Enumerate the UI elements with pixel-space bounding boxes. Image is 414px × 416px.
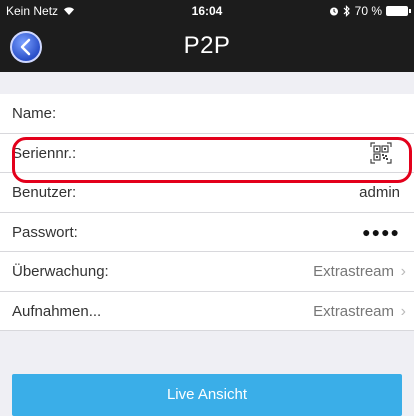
live-view-button[interactable]: Live Ansicht [12, 374, 402, 416]
section-spacer [0, 72, 414, 94]
user-value[interactable]: admin [359, 184, 400, 201]
alarm-icon [329, 7, 338, 16]
chevron-right-icon: › [400, 302, 406, 320]
record-value: Extrastream [313, 302, 394, 320]
bluetooth-icon [343, 5, 350, 17]
page-title: P2P [183, 32, 231, 59]
monitor-value: Extrastream [313, 263, 394, 280]
battery-percent: 70 % [354, 4, 382, 18]
status-bar: Kein Netz 16:04 70 % [0, 0, 414, 22]
record-row[interactable]: Aufnahmen... Extrastream › [0, 292, 414, 331]
user-row[interactable]: Benutzer: admin [0, 173, 414, 213]
monitor-label: Überwachung: [12, 263, 109, 280]
battery-icon [386, 6, 411, 16]
chevron-right-icon: › [400, 263, 406, 280]
serial-row[interactable]: Seriennr.: [0, 134, 414, 173]
password-value[interactable]: ●●●● [362, 224, 400, 240]
password-label: Passwort: [12, 223, 78, 241]
name-row[interactable]: Name: [0, 94, 414, 134]
record-label: Aufnahmen... [12, 302, 102, 320]
qr-code-icon[interactable] [370, 141, 392, 164]
user-label: Benutzer: [12, 184, 77, 201]
device-form: Name: Seriennr.: Benutzer: admin Passwor… [0, 94, 414, 331]
nav-bar: P2P [0, 22, 414, 72]
status-right: 70 % [329, 4, 411, 18]
monitor-row[interactable]: Überwachung: Extrastream › [0, 252, 414, 292]
password-row[interactable]: Passwort: ●●●● [0, 213, 414, 252]
serial-label: Seriennr.: [12, 144, 77, 162]
name-label: Name: [12, 105, 57, 122]
